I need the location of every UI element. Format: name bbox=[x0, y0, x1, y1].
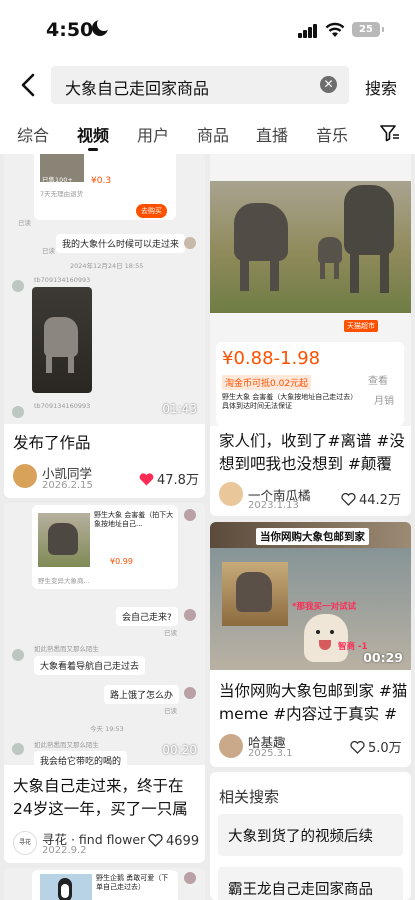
search-query: 大象自己走回家商品 bbox=[65, 79, 210, 98]
video-duration: 00:20 bbox=[162, 743, 197, 757]
active-tab-indicator bbox=[88, 148, 98, 151]
video-thumbnail: 野生大象 会害羞（拍下大象按地址自己... ¥0.99 野生变异大象商... 会… bbox=[4, 503, 205, 765]
tab-bar: 综合 视频 用户 商品 直播 音乐 bbox=[0, 112, 415, 154]
video-card[interactable]: 已售100+ 7天无理由退货 ¥0.3 去购买 已读 已读 我的大象什么时候可以… bbox=[4, 154, 205, 498]
post-date: 2023.1.13 bbox=[248, 500, 299, 511]
like-count[interactable]: 4699 bbox=[148, 834, 199, 849]
like-count[interactable]: 44.2万 bbox=[341, 489, 401, 508]
video-title: 家人们，收到了#离谱 #没想到吧我也没想到 #颠覆三... bbox=[219, 432, 405, 473]
wifi-icon bbox=[325, 22, 345, 37]
avatar[interactable] bbox=[219, 734, 243, 758]
related-search-item[interactable]: 霸王龙自己走回家商品 bbox=[218, 867, 403, 900]
related-search-item[interactable]: 大象到货了的视频后续 bbox=[218, 814, 403, 856]
video-card[interactable]: 天猫超市 ¥0.88-1.98 淘金币可抵0.02元起 野生大象 会害羞（大象按… bbox=[210, 154, 411, 516]
post-date: 2022.9.2 bbox=[42, 845, 87, 856]
tab-live[interactable]: 直播 bbox=[256, 122, 288, 146]
like-count[interactable]: 5.0万 bbox=[350, 737, 402, 756]
video-card[interactable]: 当你网购大象包邮到家 *那我买一对试试 智商 -1 00:29 当你网购大象包邮… bbox=[210, 522, 411, 767]
elephant-photo bbox=[210, 181, 411, 313]
tab-comprehensive[interactable]: 综合 bbox=[17, 122, 49, 146]
video-title: 大象自己走过来，终于在24岁这一年，买了一只属于... bbox=[13, 777, 188, 818]
back-arrow-icon[interactable] bbox=[18, 72, 40, 98]
related-searches: 相关搜索 大象到货了的视频后续 霸王龙自己走回家商品 bbox=[210, 772, 411, 900]
clock: 4:50 bbox=[46, 19, 94, 41]
video-thumbnail: 当你网购大象包邮到家 *那我买一对试试 智商 -1 00:29 bbox=[210, 522, 411, 670]
post-date: 2025.3.1 bbox=[248, 748, 293, 759]
signal-icon bbox=[298, 24, 318, 38]
video-duration: 00:29 bbox=[363, 650, 403, 665]
tab-users[interactable]: 用户 bbox=[137, 122, 169, 146]
video-title: 发布了作品 bbox=[13, 434, 91, 452]
avatar[interactable] bbox=[219, 482, 243, 506]
video-thumbnail: 天猫超市 ¥0.88-1.98 淘金币可抵0.02元起 野生大象 会害羞（大象按… bbox=[210, 154, 411, 426]
video-title: 当你网购大象包邮到家 #猫meme #内容过于真实 #猫... bbox=[219, 682, 408, 723]
avatar[interactable] bbox=[13, 464, 37, 488]
product-card: 已售100+ 7天无理由退货 ¥0.3 去购买 bbox=[34, 154, 176, 220]
status-bar: 4:50 25 bbox=[0, 0, 415, 58]
heart-icon bbox=[139, 473, 154, 486]
post-date: 2026.2.15 bbox=[42, 480, 93, 491]
avatar[interactable]: 寻花 bbox=[13, 831, 37, 855]
heart-outline-icon bbox=[350, 741, 365, 754]
video-thumbnail: 已售100+ 7天无理由退货 ¥0.3 去购买 已读 已读 我的大象什么时候可以… bbox=[4, 154, 205, 424]
like-count[interactable]: 47.8万 bbox=[139, 469, 199, 488]
filter-icon[interactable] bbox=[380, 124, 400, 142]
heart-outline-icon bbox=[148, 834, 163, 847]
tab-video[interactable]: 视频 bbox=[77, 122, 109, 146]
search-button[interactable]: 搜索 bbox=[365, 75, 397, 99]
heart-outline-icon bbox=[341, 493, 356, 506]
clear-icon[interactable]: ✕ bbox=[320, 76, 337, 93]
search-header: 大象自己走回家商品 ✕ 搜索 bbox=[0, 58, 415, 112]
video-duration: 01:43 bbox=[162, 402, 197, 416]
chat-photo bbox=[32, 287, 92, 393]
tab-products[interactable]: 商品 bbox=[197, 122, 229, 146]
moon-icon bbox=[92, 17, 111, 36]
cat-meme bbox=[304, 614, 348, 662]
related-heading: 相关搜索 bbox=[219, 788, 280, 806]
tab-music[interactable]: 音乐 bbox=[316, 122, 348, 146]
battery-icon: 25 bbox=[352, 22, 384, 37]
video-thumbnail: 野生企鹅 勇敢可爱（下单自己走过去） bbox=[4, 868, 205, 900]
video-card[interactable]: 野生大象 会害羞（拍下大象按地址自己... ¥0.99 野生变异大象商... 会… bbox=[4, 503, 205, 863]
search-input[interactable]: 大象自己走回家商品 ✕ bbox=[51, 66, 349, 104]
product-panel: ¥0.88-1.98 淘金币可抵0.02元起 野生大象 会害羞（大象按地址自己走… bbox=[216, 342, 404, 426]
product-card: 野生大象 会害羞（拍下大象按地址自己... ¥0.99 野生变异大象商... bbox=[32, 505, 178, 589]
video-card[interactable]: 野生企鹅 勇敢可爱（下单自己走过去） bbox=[4, 868, 205, 900]
